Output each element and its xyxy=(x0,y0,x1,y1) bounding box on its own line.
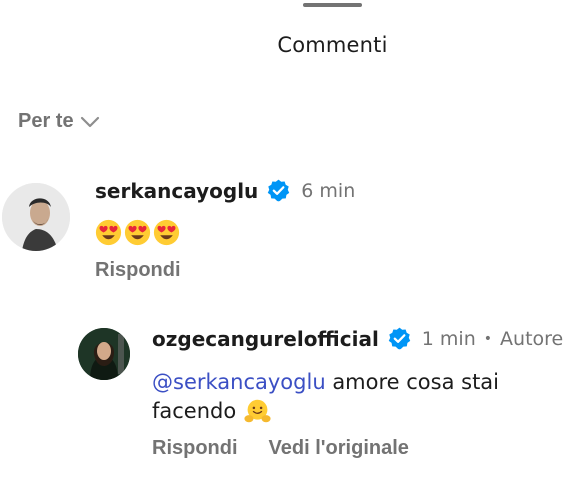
sheet-drag-handle[interactable] xyxy=(303,3,362,7)
sheet-title: Commenti xyxy=(277,33,388,57)
heart-eyes-emoji xyxy=(153,219,180,246)
comment-text: facendo xyxy=(152,399,237,423)
avatar[interactable] xyxy=(78,328,130,380)
reply-button[interactable]: Rispondi xyxy=(152,437,238,460)
comment-username[interactable]: serkancayoglu xyxy=(95,179,258,203)
user-mention-link[interactable]: @serkancayoglu xyxy=(152,370,326,394)
comment-timestamp: 1 min xyxy=(421,327,476,350)
verified-badge-icon xyxy=(268,179,290,202)
chevron-down-icon xyxy=(80,116,99,127)
avatar[interactable] xyxy=(2,183,70,251)
view-original-button[interactable]: Vedi l'originale xyxy=(269,437,409,460)
comment-timestamp: 6 min xyxy=(301,179,356,202)
meta-separator: • xyxy=(483,330,493,347)
avatar-image xyxy=(2,183,70,251)
heart-eyes-emoji xyxy=(124,219,151,246)
heart-eyes-emoji xyxy=(95,219,122,246)
comment-text: amore cosa stai xyxy=(325,370,500,394)
comment-body: @serkancayoglu amore cosa stai facendo xyxy=(152,368,562,426)
sort-selector[interactable]: Per te xyxy=(18,110,100,133)
verified-badge-icon xyxy=(388,327,411,350)
sort-label: Per te xyxy=(18,110,74,132)
avatar-image xyxy=(78,328,130,380)
comment-username[interactable]: ozgecangurelofficial xyxy=(152,327,379,351)
hugging-face-emoji xyxy=(244,399,271,423)
author-badge: Autore xyxy=(500,327,564,350)
reply-button[interactable]: Rispondi xyxy=(95,259,181,281)
comment-body xyxy=(95,219,180,246)
